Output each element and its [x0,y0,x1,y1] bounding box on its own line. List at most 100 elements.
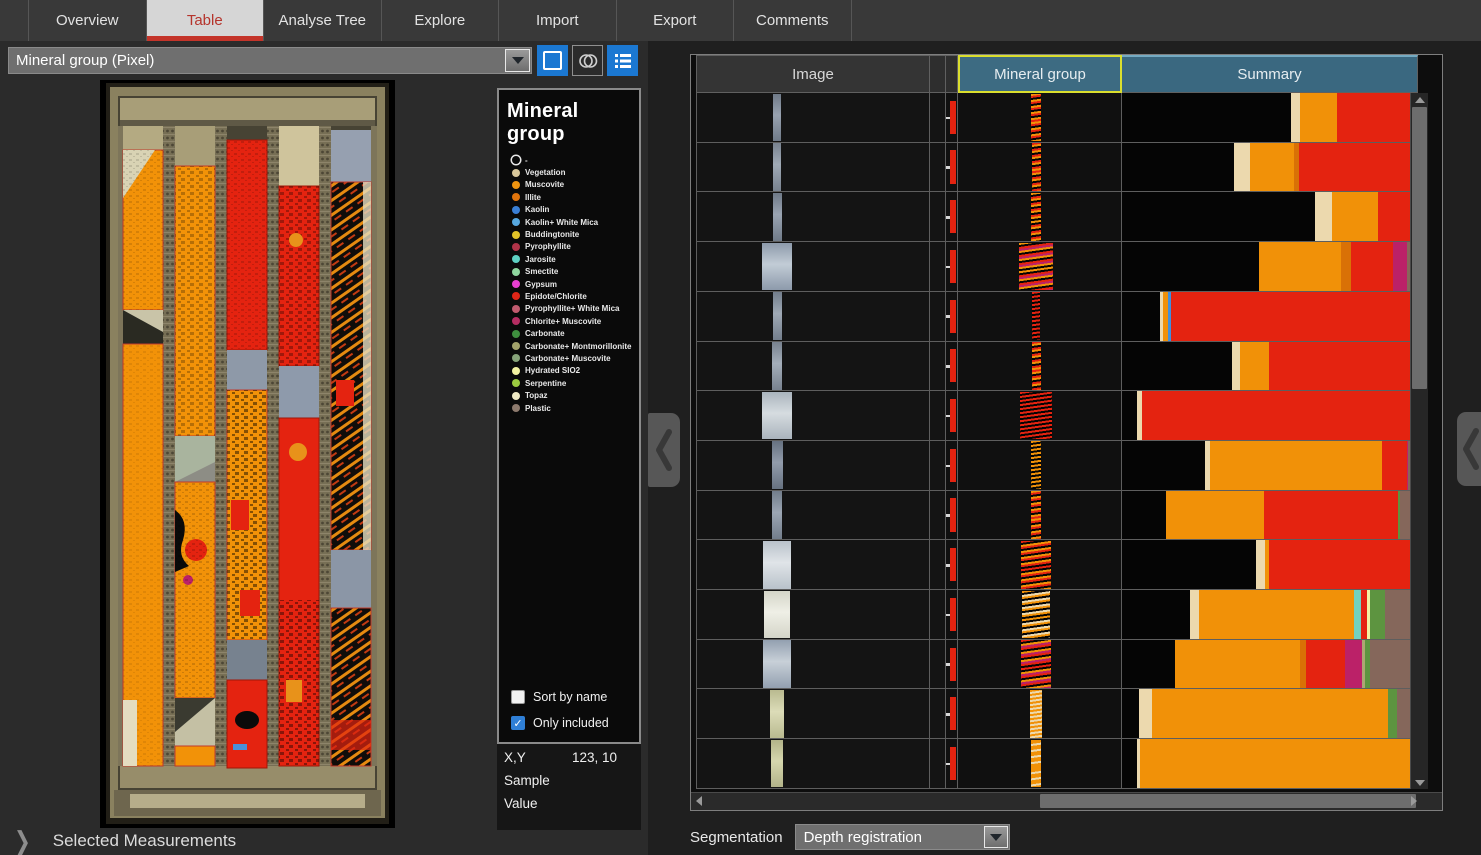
checkbox-unchecked-icon[interactable] [511,690,525,704]
mineral-map-cell[interactable] [958,242,1122,291]
table-row[interactable] [696,441,1427,491]
collapse-right-panel-handle[interactable] [1457,412,1481,486]
depth-marker-cell[interactable] [946,441,958,490]
column-header-narrow-1[interactable] [930,55,946,93]
core-tray-image[interactable] [100,80,395,828]
segmentation-combobox[interactable]: Depth registration [795,824,1010,850]
summary-bar[interactable] [1122,242,1418,291]
mineral-map-cell[interactable] [958,342,1122,391]
legend-item[interactable]: Carbonate [512,327,639,339]
legend-item[interactable]: Gypsum [512,278,639,290]
depth-marker-cell[interactable] [946,739,958,788]
summary-bar[interactable] [1122,540,1418,589]
vertical-scrollbar[interactable] [1410,93,1428,789]
tab-comments[interactable]: Comments [734,0,852,41]
legend-item[interactable]: Buddingtonite [512,228,639,240]
legend-item[interactable]: Illite [512,191,639,203]
summary-bar[interactable] [1122,342,1418,391]
tab-explore[interactable]: Explore [382,0,500,41]
legend-item[interactable]: Pyrophyllite+ White Mica [512,303,639,315]
column-header-summary[interactable]: Summary [1122,55,1418,93]
tab-export[interactable]: Export [617,0,735,41]
depth-marker-cell[interactable] [946,192,958,241]
table-row[interactable] [696,192,1427,242]
column-header-narrow-2[interactable] [946,55,958,93]
core-image-cell[interactable] [696,192,930,241]
core-image-cell[interactable] [696,491,930,540]
table-row[interactable] [696,590,1427,640]
legend-list-button[interactable] [607,45,638,76]
table-row[interactable] [696,689,1427,739]
table-row[interactable] [696,342,1427,392]
layer-select-combobox[interactable]: Mineral group (Pixel) [8,47,532,74]
table-row[interactable] [696,292,1427,342]
scroll-left-button[interactable] [691,793,707,809]
segmentation-dropdown-button[interactable] [984,826,1008,848]
legend-item[interactable]: Carbonate+ Montmorillonite [512,340,639,352]
scroll-up-button[interactable] [1411,93,1428,106]
depth-marker-cell[interactable] [946,590,958,639]
scroll-right-button[interactable] [1406,793,1422,809]
core-image-cell[interactable] [696,739,930,788]
summary-bar[interactable] [1122,292,1418,341]
depth-marker-cell[interactable] [946,491,958,540]
checkbox-checked-icon[interactable]: ✓ [511,716,525,730]
legend-item[interactable]: Epidote/Chlorite [512,290,639,302]
scroll-down-button[interactable] [1411,776,1428,789]
table-row[interactable] [696,540,1427,590]
horizontal-scrollbar-thumb[interactable] [1040,794,1416,808]
legend-item[interactable]: Kaolin [512,204,639,216]
horizontal-scrollbar[interactable] [691,792,1442,810]
depth-marker-cell[interactable] [946,689,958,738]
mineral-map-cell[interactable] [958,391,1122,440]
core-image-cell[interactable] [696,441,930,490]
legend-item[interactable]: Pyrophyllite [512,241,639,253]
core-image-cell[interactable] [696,242,930,291]
mineral-map-cell[interactable] [958,540,1122,589]
table-row[interactable] [696,391,1427,441]
depth-marker-cell[interactable] [946,292,958,341]
mineral-map-cell[interactable] [958,689,1122,738]
expand-chevron-icon[interactable]: ❯ [14,825,31,855]
legend-item[interactable]: Topaz [512,389,639,401]
legend-item[interactable]: Chlorite+ Muscovite [512,315,639,327]
depth-marker-cell[interactable] [946,640,958,689]
mineral-map-cell[interactable] [958,93,1122,142]
summary-bar[interactable] [1122,640,1418,689]
legend-item[interactable]: Carbonate+ Muscovite [512,352,639,364]
depth-marker-cell[interactable] [946,540,958,589]
core-image-cell[interactable] [696,640,930,689]
depth-marker-cell[interactable] [946,93,958,142]
core-image-cell[interactable] [696,93,930,142]
legend-item[interactable]: Vegetation [512,166,639,178]
depth-marker-cell[interactable] [946,242,958,291]
only-included-checkbox-row[interactable]: ✓ Only included [511,716,639,730]
sort-by-name-checkbox-row[interactable]: Sort by name [511,690,639,704]
mineral-map-cell[interactable] [958,143,1122,192]
table-row[interactable] [696,93,1427,143]
core-image-cell[interactable] [696,391,930,440]
legend-item[interactable]: Jarosite [512,253,639,265]
table-row[interactable] [696,491,1427,541]
core-image-cell[interactable] [696,540,930,589]
summary-bar[interactable] [1122,391,1418,440]
summary-bar[interactable] [1122,143,1418,192]
core-image-cell[interactable] [696,292,930,341]
legend-item[interactable]: - [512,154,639,166]
summary-bar[interactable] [1122,192,1418,241]
tab-analyse-tree[interactable]: Analyse Tree [264,0,382,41]
core-image-cell[interactable] [696,342,930,391]
summary-bar[interactable] [1122,441,1418,490]
table-row[interactable] [696,143,1427,193]
legend-item[interactable]: Hydrated SIO2 [512,365,639,377]
column-header-image[interactable]: Image [696,55,930,93]
mineral-map-cell[interactable] [958,640,1122,689]
summary-bar[interactable] [1122,93,1418,142]
legend-item[interactable]: Serpentine [512,377,639,389]
legend-item[interactable]: Smectite [512,266,639,278]
table-row[interactable] [696,739,1427,789]
tab-table[interactable]: Table [147,0,265,41]
legend-item[interactable]: Plastic [512,402,639,414]
column-header-mineral-group[interactable]: Mineral group [958,55,1122,93]
table-row[interactable] [696,242,1427,292]
